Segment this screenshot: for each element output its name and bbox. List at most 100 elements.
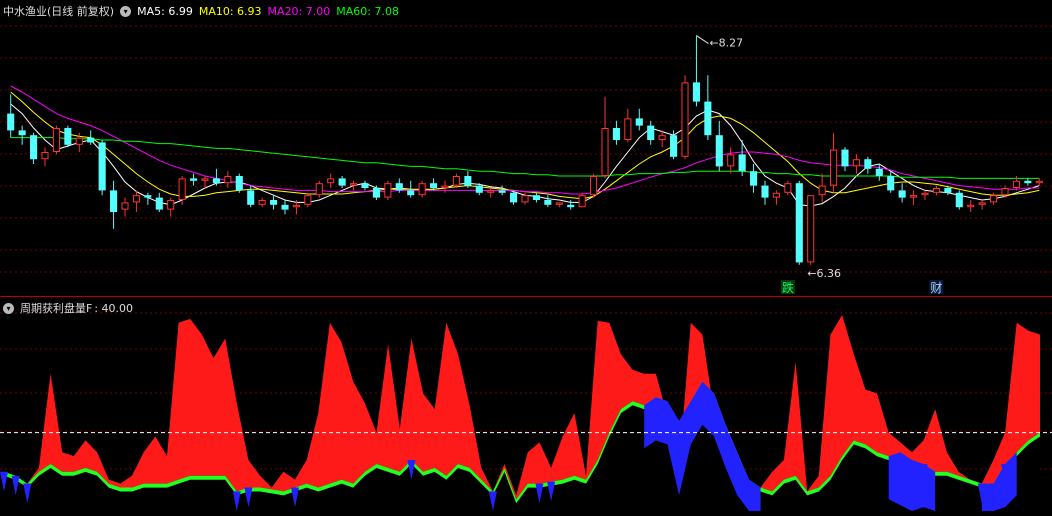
candle [898, 183, 906, 203]
ma20-label: MA20: 7.00 [267, 4, 331, 18]
ma5-label: MA5: 6.99 [137, 4, 193, 18]
candle-body [921, 192, 929, 196]
candle [64, 125, 72, 148]
candle [921, 190, 929, 200]
candle-body [407, 190, 415, 196]
candle [201, 176, 209, 188]
candle-body [944, 188, 952, 193]
chevron-down-icon[interactable]: ▾ [3, 302, 14, 314]
candle-body [418, 183, 426, 196]
indicator-header: ▾ 周期获利盘量F: 40.00 [3, 300, 133, 316]
indicator-name: 周期获利盘量F [20, 302, 93, 315]
candle-body [715, 135, 723, 167]
candle [281, 200, 289, 215]
candle-body [281, 204, 289, 210]
candle [30, 132, 38, 164]
candle [544, 195, 552, 208]
candle [327, 173, 335, 188]
candle-body [544, 200, 552, 205]
indicator-value: : 40.00 [94, 301, 134, 315]
candle-body [258, 200, 266, 205]
candle [864, 156, 872, 174]
ma60-label: MA60: 7.08 [336, 4, 399, 18]
candle-body [498, 190, 506, 193]
candle-body [910, 195, 918, 198]
candle [121, 197, 129, 217]
candle-body [784, 183, 792, 193]
candle [715, 120, 723, 172]
candle [498, 185, 506, 196]
candle-body [430, 183, 438, 188]
candle-body [441, 185, 449, 189]
candle [441, 180, 449, 193]
candle-body [1024, 180, 1032, 184]
candle-body [692, 82, 700, 102]
candlestick-chart: ←8.27 ←6.36 跌 财 [0, 25, 1052, 295]
candle [658, 130, 666, 148]
candle-body [7, 113, 15, 131]
candle [681, 75, 689, 160]
candle [315, 180, 323, 198]
candle [464, 171, 472, 188]
candle-body [361, 183, 369, 188]
candle [818, 173, 826, 203]
candle-body [955, 192, 963, 208]
candle [967, 200, 975, 212]
tag-cai: 财 [929, 280, 944, 295]
candle [487, 188, 495, 198]
candle-body [212, 178, 220, 184]
candle-body [292, 204, 300, 208]
candle-body [612, 128, 620, 140]
candle-body [224, 176, 232, 184]
candle [1024, 178, 1032, 186]
candle [772, 190, 780, 205]
candle [361, 180, 369, 191]
candle [578, 192, 586, 208]
high-pointer [696, 35, 709, 45]
candle-body [578, 195, 586, 208]
candle-body [738, 154, 746, 172]
candle-body [452, 176, 460, 186]
candle-body [75, 137, 83, 145]
candle-body [155, 197, 163, 210]
candle-body [647, 125, 655, 140]
candle-body [864, 159, 872, 169]
candle-body [898, 190, 906, 198]
candle-body [841, 149, 849, 167]
candle [384, 180, 392, 200]
candle-body [30, 135, 38, 160]
candle-body [464, 176, 472, 186]
candle-body [64, 128, 72, 145]
candle-body [178, 178, 186, 200]
candle [761, 180, 769, 205]
candle-body [932, 188, 940, 193]
candle-body [635, 118, 643, 126]
candle-body [555, 202, 563, 205]
candle-body [1001, 188, 1009, 196]
candle [704, 75, 712, 140]
candle-body [681, 82, 689, 157]
candle-body [567, 204, 575, 208]
candle-body [270, 200, 278, 205]
ma-line-ma20 [10, 85, 1040, 195]
candle [338, 176, 346, 188]
candle [590, 173, 598, 198]
candle-body [304, 195, 312, 205]
candle [167, 197, 175, 217]
low-label: ←6.36 [807, 267, 841, 280]
tag-cai-text: 财 [930, 281, 942, 295]
candle [647, 120, 655, 145]
candle [155, 192, 163, 212]
candle-body [1035, 180, 1043, 184]
candle [807, 195, 815, 265]
candle [727, 147, 735, 174]
tag-die: 跌 [780, 280, 795, 295]
candle-body [247, 190, 255, 205]
candle-body [795, 183, 803, 263]
candle-body [395, 183, 403, 191]
chevron-down-icon[interactable]: ▾ [120, 5, 132, 17]
candle [841, 147, 849, 172]
candle-body [121, 202, 129, 210]
candle-body [990, 195, 998, 203]
candle [601, 96, 609, 179]
